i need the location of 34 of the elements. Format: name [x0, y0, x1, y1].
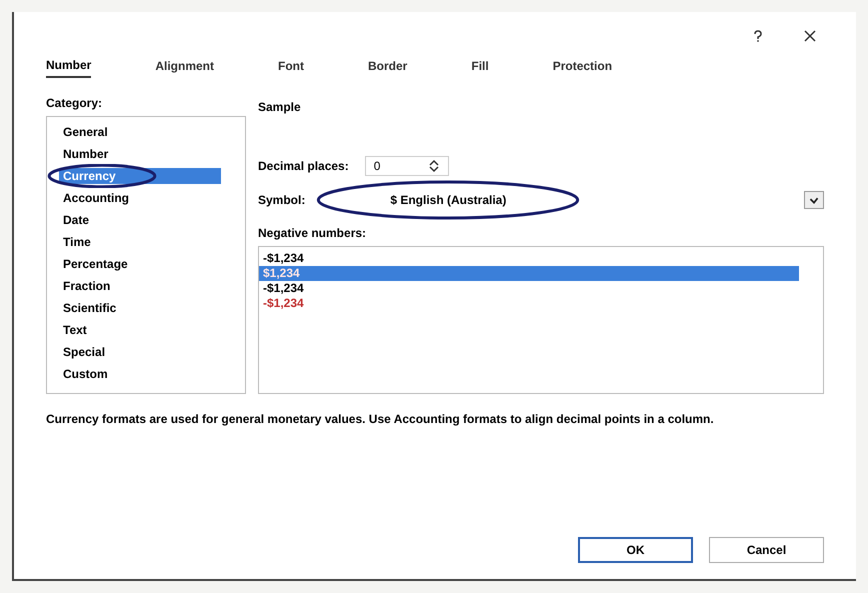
category-item[interactable]: Custom	[59, 366, 221, 382]
category-item[interactable]: Percentage	[59, 256, 221, 272]
symbol-label: Symbol:	[258, 192, 306, 209]
category-item[interactable]: Accounting	[59, 190, 221, 206]
category-item[interactable]: Text	[59, 322, 221, 338]
negative-number-item[interactable]: -$1,234	[259, 296, 799, 311]
category-item[interactable]: Currency	[59, 168, 221, 184]
spinner-arrows-icon	[428, 159, 440, 173]
negative-numbers-label: Negative numbers:	[258, 225, 368, 242]
category-label: Category:	[46, 95, 104, 112]
tab[interactable]: Protection	[552, 56, 612, 78]
category-item[interactable]: Fraction	[59, 278, 221, 294]
decimal-places-label: Decimal places:	[258, 158, 349, 175]
close-icon	[804, 30, 816, 42]
category-item[interactable]: Time	[59, 234, 221, 250]
cancel-button[interactable]: Cancel	[709, 537, 824, 563]
negative-number-item[interactable]: -$1,234	[259, 251, 799, 266]
help-icon	[752, 30, 764, 42]
tab[interactable]: Alignment	[155, 56, 214, 78]
category-item[interactable]: Special	[59, 344, 221, 360]
decimal-places-spinner[interactable]: 0	[364, 156, 450, 176]
tab[interactable]: Font	[278, 56, 304, 78]
negative-number-item[interactable]: -$1,234	[259, 281, 799, 296]
category-item[interactable]: Scientific	[59, 300, 221, 316]
category-item[interactable]: General	[59, 124, 221, 140]
tab[interactable]: Border	[368, 56, 408, 78]
category-item[interactable]: Date	[59, 212, 221, 228]
chevron-down-icon	[804, 191, 824, 209]
description-text: Currency formats are used for general monetary values. Use Accounting formats to align decimal points in a column.	[46, 411, 715, 428]
tab[interactable]: Fill	[471, 56, 489, 78]
ok-button[interactable]: OK	[578, 537, 693, 563]
tab[interactable]: Number	[46, 56, 92, 78]
sample-label: Sample	[258, 99, 302, 116]
category-item[interactable]: Number	[59, 146, 221, 162]
